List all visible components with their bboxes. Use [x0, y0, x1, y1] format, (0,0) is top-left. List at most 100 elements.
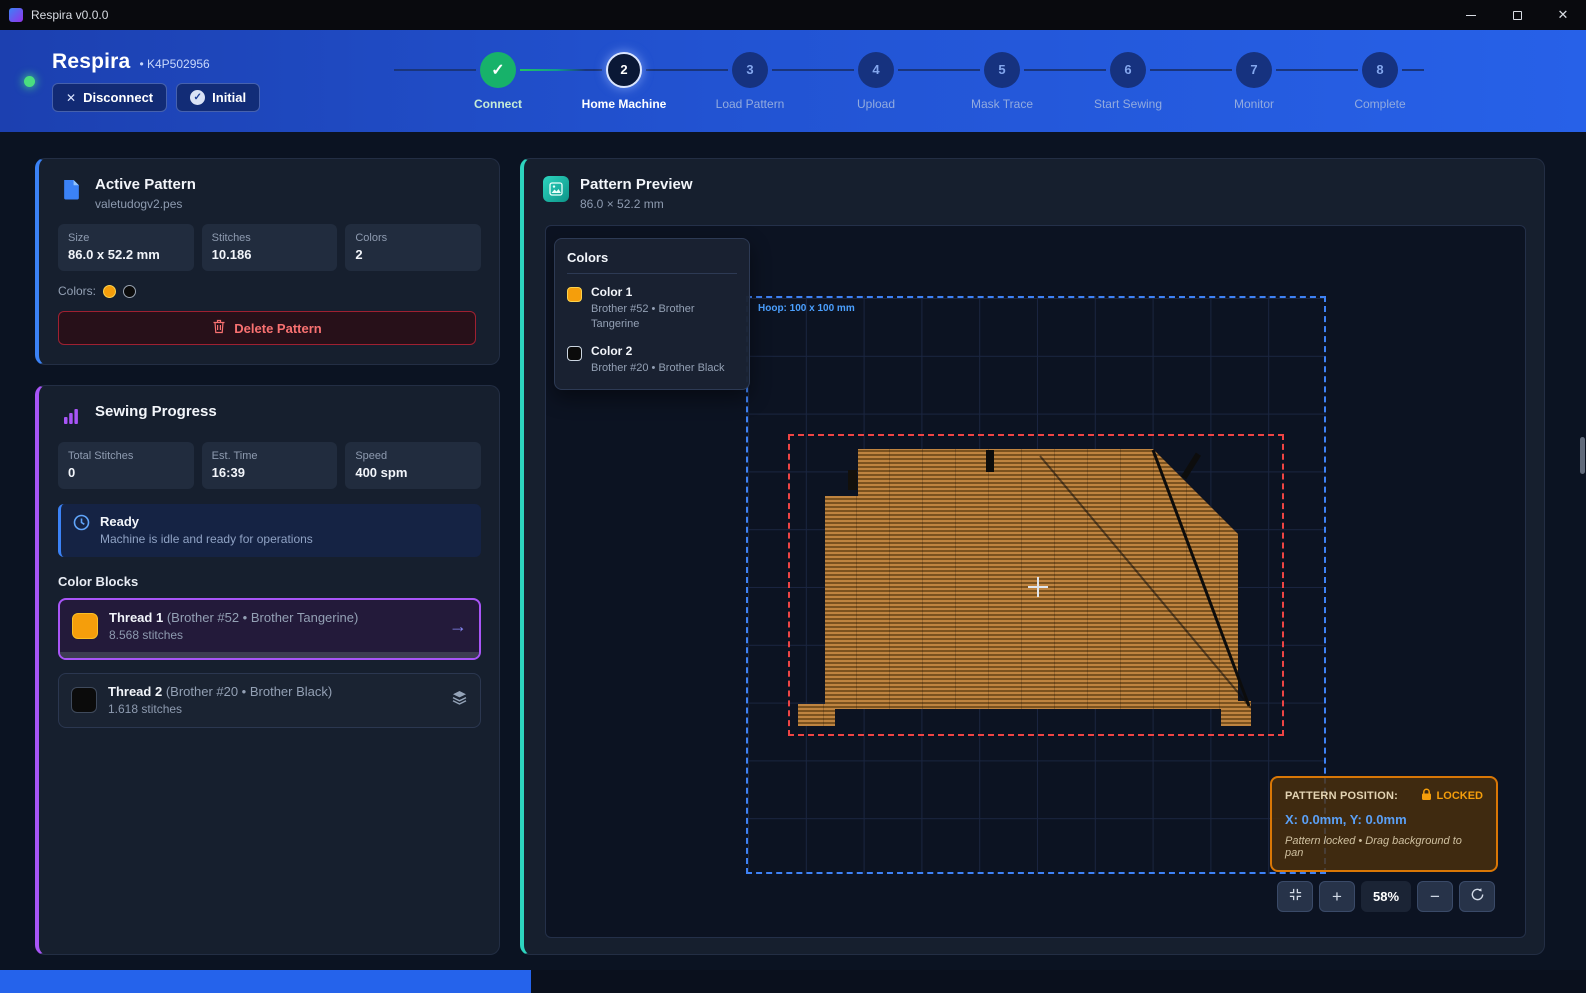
step-connect[interactable]: ✓ Connect: [435, 52, 561, 111]
thread-1-detail: (Brother #52 • Brother Tangerine): [167, 610, 358, 625]
thread-1-progress-bar: [60, 652, 479, 658]
step-upload[interactable]: 4 Upload: [813, 52, 939, 111]
color-blocks-label: Color Blocks: [58, 574, 480, 589]
legend-swatch-1: [567, 287, 582, 302]
header: Respira • K4P502956 ✕ Disconnect ✓ Initi…: [0, 30, 1586, 132]
bar-chart-icon: [58, 403, 84, 429]
active-pattern-title: Active Pattern: [95, 176, 196, 193]
colors-stat: Colors 2: [345, 224, 481, 271]
pattern-position-panel: PATTERN POSITION: LOCKED X: 0.0mm, Y: 0.…: [1270, 776, 1498, 872]
fit-to-screen-icon: [1288, 887, 1303, 907]
colors-row-label: Colors:: [58, 284, 96, 298]
brand-title: Respira: [52, 50, 130, 74]
thread-2-stitches: 1.618 stitches: [108, 702, 440, 716]
preview-canvas[interactable]: Colors Color 1 Brother #52 • Brother Tan…: [545, 225, 1526, 938]
preview-dimensions: 86.0 × 52.2 mm: [580, 197, 693, 211]
minus-icon: −: [1430, 887, 1440, 907]
connection-status-dot: [24, 76, 35, 87]
arrow-right-icon: →: [449, 616, 467, 637]
step-number: 4: [858, 52, 894, 88]
thread-1-swatch: [72, 613, 98, 639]
legend-color-2: Color 2 Brother #20 • Brother Black: [567, 344, 737, 376]
zoom-out-button[interactable]: −: [1417, 881, 1453, 912]
stepper: ✓ Connect 2 Home Machine 3 Load Pattern …: [435, 52, 1443, 111]
check-badge-icon: ✓: [190, 90, 205, 105]
position-panel-title: PATTERN POSITION:: [1285, 790, 1398, 802]
titlebar: Respira v0.0.0 ✕: [0, 0, 1586, 30]
status-title: Ready: [100, 514, 313, 529]
plus-icon: +: [1332, 887, 1342, 907]
active-pattern-card: Active Pattern valetudogv2.pes Size 86.0…: [35, 158, 500, 365]
size-stat: Size 86.0 x 52.2 mm: [58, 224, 194, 271]
pan-hint: Pattern locked • Drag background to pan: [1285, 835, 1483, 859]
thread-1-block[interactable]: Thread 1 (Brother #52 • Brother Tangerin…: [58, 598, 481, 660]
minimize-icon: [1466, 15, 1476, 16]
delete-pattern-button[interactable]: Delete Pattern: [58, 311, 476, 345]
clock-icon: [73, 514, 90, 546]
sewing-progress-card: Sewing Progress Total Stitches 0 Est. Ti…: [35, 385, 500, 955]
zoom-in-button[interactable]: +: [1319, 881, 1355, 912]
thread-2-block[interactable]: Thread 2 (Brother #20 • Brother Black) 1…: [58, 673, 481, 728]
image-icon: [543, 176, 569, 202]
scrollbar-thumb[interactable]: [1580, 437, 1585, 474]
zoom-level: 58%: [1361, 881, 1411, 912]
zoom-controls: + 58% −: [1277, 881, 1495, 912]
refresh-icon: [1470, 887, 1485, 907]
center-crosshair-icon: [1037, 577, 1039, 597]
close-icon: ✕: [1558, 7, 1569, 23]
colors-legend-panel: Colors Color 1 Brother #52 • Brother Tan…: [554, 238, 750, 390]
maximize-button[interactable]: [1494, 0, 1540, 30]
speed-stat: Speed 400 spm: [345, 442, 481, 489]
maximize-icon: [1513, 11, 1522, 20]
hoop-outline: Hoop: 100 x 100 mm: [746, 296, 1326, 874]
thread-2-name: Thread 2: [108, 684, 162, 699]
machine-status-box: Ready Machine is idle and ready for oper…: [58, 504, 481, 557]
thread-1-stitches: 8.568 stitches: [109, 628, 438, 642]
step-number: 2: [606, 52, 642, 88]
step-connect-check-icon: ✓: [480, 52, 516, 88]
footer-progress-fill: [0, 970, 531, 993]
step-load-pattern[interactable]: 3 Load Pattern: [687, 52, 813, 111]
disconnect-button[interactable]: ✕ Disconnect: [52, 83, 167, 112]
est-time-stat: Est. Time 16:39: [202, 442, 338, 489]
step-monitor[interactable]: 7 Monitor: [1191, 52, 1317, 111]
step-home-machine[interactable]: 2 Home Machine: [561, 52, 687, 111]
layers-icon: [451, 689, 468, 711]
thread-2-detail: (Brother #20 • Brother Black): [166, 684, 332, 699]
trash-icon: [212, 319, 226, 337]
total-stitches-stat: Total Stitches 0: [58, 442, 194, 489]
step-number: 8: [1362, 52, 1398, 88]
preview-title: Pattern Preview: [580, 176, 693, 193]
close-button[interactable]: ✕: [1540, 0, 1586, 30]
disconnect-x-icon: ✕: [66, 91, 76, 105]
pattern-coordinates: X: 0.0mm, Y: 0.0mm: [1285, 812, 1483, 827]
legend-swatch-2: [567, 346, 582, 361]
status-message: Machine is idle and ready for operations: [100, 532, 313, 546]
legend-color-1: Color 1 Brother #52 • Brother Tangerine: [567, 285, 737, 333]
app-icon: [9, 8, 23, 22]
minimize-button[interactable]: [1448, 0, 1494, 30]
pattern-bounds: [788, 434, 1284, 736]
step-number: 5: [984, 52, 1020, 88]
pattern-preview-card: Pattern Preview 86.0 × 52.2 mm Colors Co…: [520, 158, 1545, 955]
step-number: 7: [1236, 52, 1272, 88]
step-complete[interactable]: 8 Complete: [1317, 52, 1443, 111]
footer-bar: [0, 970, 1586, 993]
fit-to-screen-button[interactable]: [1277, 881, 1313, 912]
pattern-filename: valetudogv2.pes: [95, 197, 196, 211]
window-title: Respira v0.0.0: [31, 8, 108, 22]
step-number: 3: [732, 52, 768, 88]
step-start-sewing[interactable]: 6 Start Sewing: [1065, 52, 1191, 111]
lock-icon: [1421, 788, 1432, 804]
hoop-label: Hoop: 100 x 100 mm: [758, 303, 855, 314]
locked-badge[interactable]: LOCKED: [1421, 788, 1483, 804]
initial-button[interactable]: ✓ Initial: [176, 83, 260, 112]
color-dot-tangerine: [103, 285, 116, 298]
colors-legend-title: Colors: [567, 250, 737, 274]
reset-view-button[interactable]: [1459, 881, 1495, 912]
color-dot-black: [123, 285, 136, 298]
step-number: 6: [1110, 52, 1146, 88]
step-mask-trace[interactable]: 5 Mask Trace: [939, 52, 1065, 111]
stitches-stat: Stitches 10.186: [202, 224, 338, 271]
thread-2-swatch: [71, 687, 97, 713]
